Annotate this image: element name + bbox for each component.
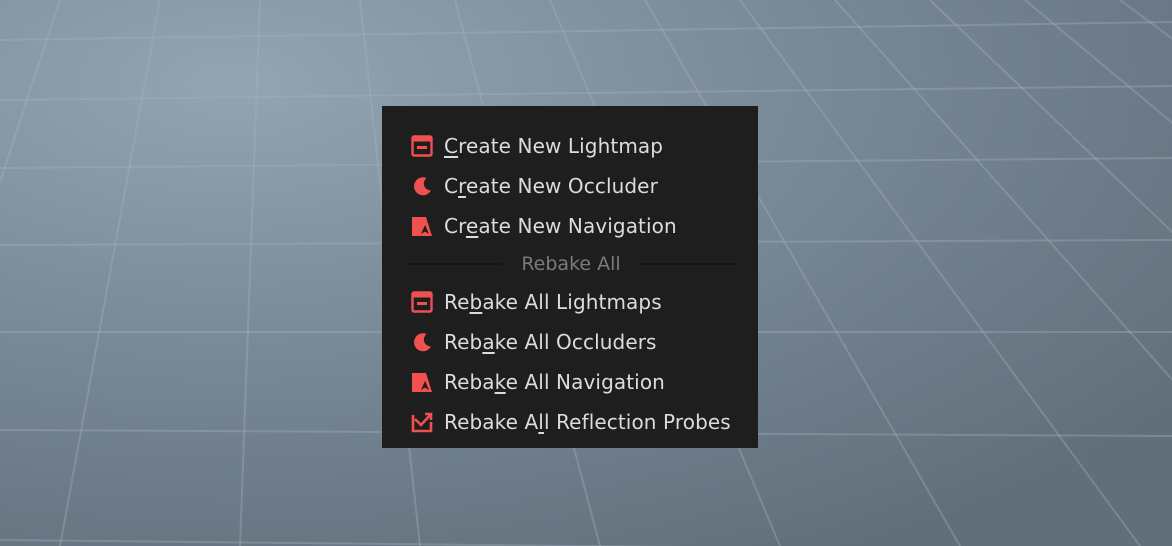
- separator-label: Rebake All: [521, 253, 621, 275]
- menu-item-create-new-lightmap[interactable]: Create New Lightmap: [382, 126, 758, 166]
- menu-item-create-new-navigation[interactable]: Create New Navigation: [382, 206, 758, 246]
- menu-item-label: Create New Lightmap: [444, 134, 664, 158]
- menu-item-label: Rebake All Reflection Probes: [444, 410, 731, 434]
- menu-item-create-new-occluder[interactable]: Create New Occluder: [382, 166, 758, 206]
- bake-context-menu: Create New Lightmap Create New Occluder …: [382, 106, 758, 448]
- menu-item-rebake-all-reflection-probes[interactable]: Rebake All Reflection Probes: [382, 402, 758, 442]
- menu-item-rebake-all-navigation[interactable]: Rebake All Navigation: [382, 362, 758, 402]
- separator-line: [406, 263, 504, 265]
- navigation-icon: [410, 370, 434, 394]
- lightmap-icon: [410, 134, 434, 158]
- menu-item-label: Rebake All Lightmaps: [444, 290, 662, 314]
- reflection-probe-icon: [410, 410, 434, 434]
- menu-separator: Rebake All: [382, 246, 758, 282]
- menu-item-rebake-all-lightmaps[interactable]: Rebake All Lightmaps: [382, 282, 758, 322]
- occluder-moon-icon: [410, 174, 434, 198]
- navigation-icon: [410, 214, 434, 238]
- menu-item-label: Create New Occluder: [444, 174, 658, 198]
- occluder-moon-icon: [410, 330, 434, 354]
- menu-item-rebake-all-occluders[interactable]: Rebake All Occluders: [382, 322, 758, 362]
- separator-line: [638, 263, 737, 265]
- menu-item-label: Create New Navigation: [444, 214, 677, 238]
- lightmap-icon: [410, 290, 434, 314]
- menu-item-label: Rebake All Navigation: [444, 370, 665, 394]
- menu-item-label: Rebake All Occluders: [444, 330, 657, 354]
